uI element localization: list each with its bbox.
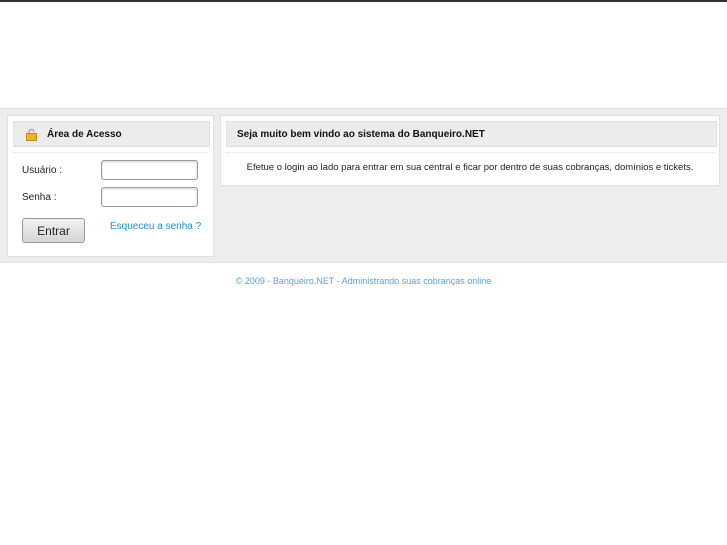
forgot-password-link[interactable]: Esqueceu a senha ?: [110, 221, 201, 232]
login-panel-title: Área de Acesso: [47, 128, 122, 140]
password-label: Senha :: [22, 192, 57, 203]
footer-text: © 2009 - Banqueiro.NET - Administrando s…: [235, 276, 492, 286]
divider: [13, 152, 208, 153]
lock-icon: [26, 128, 37, 141]
welcome-panel: Seja muito bem vindo ao sistema do Banqu…: [220, 115, 720, 186]
login-button[interactable]: Entrar: [22, 218, 85, 243]
password-input[interactable]: [101, 187, 198, 207]
divider: [226, 152, 715, 153]
username-input[interactable]: [101, 160, 198, 180]
login-panel-header: Área de Acesso: [13, 121, 210, 147]
username-label: Usuário :: [22, 165, 63, 176]
welcome-panel-header: Seja muito bem vindo ao sistema do Banqu…: [226, 121, 717, 147]
welcome-title: Seja muito bem vindo ao sistema do Banqu…: [237, 128, 485, 140]
login-panel: Área de Acesso Usuário : Senha : Entrar …: [7, 115, 214, 257]
welcome-text: Efetue o login ao lado para entrar em su…: [246, 162, 694, 173]
